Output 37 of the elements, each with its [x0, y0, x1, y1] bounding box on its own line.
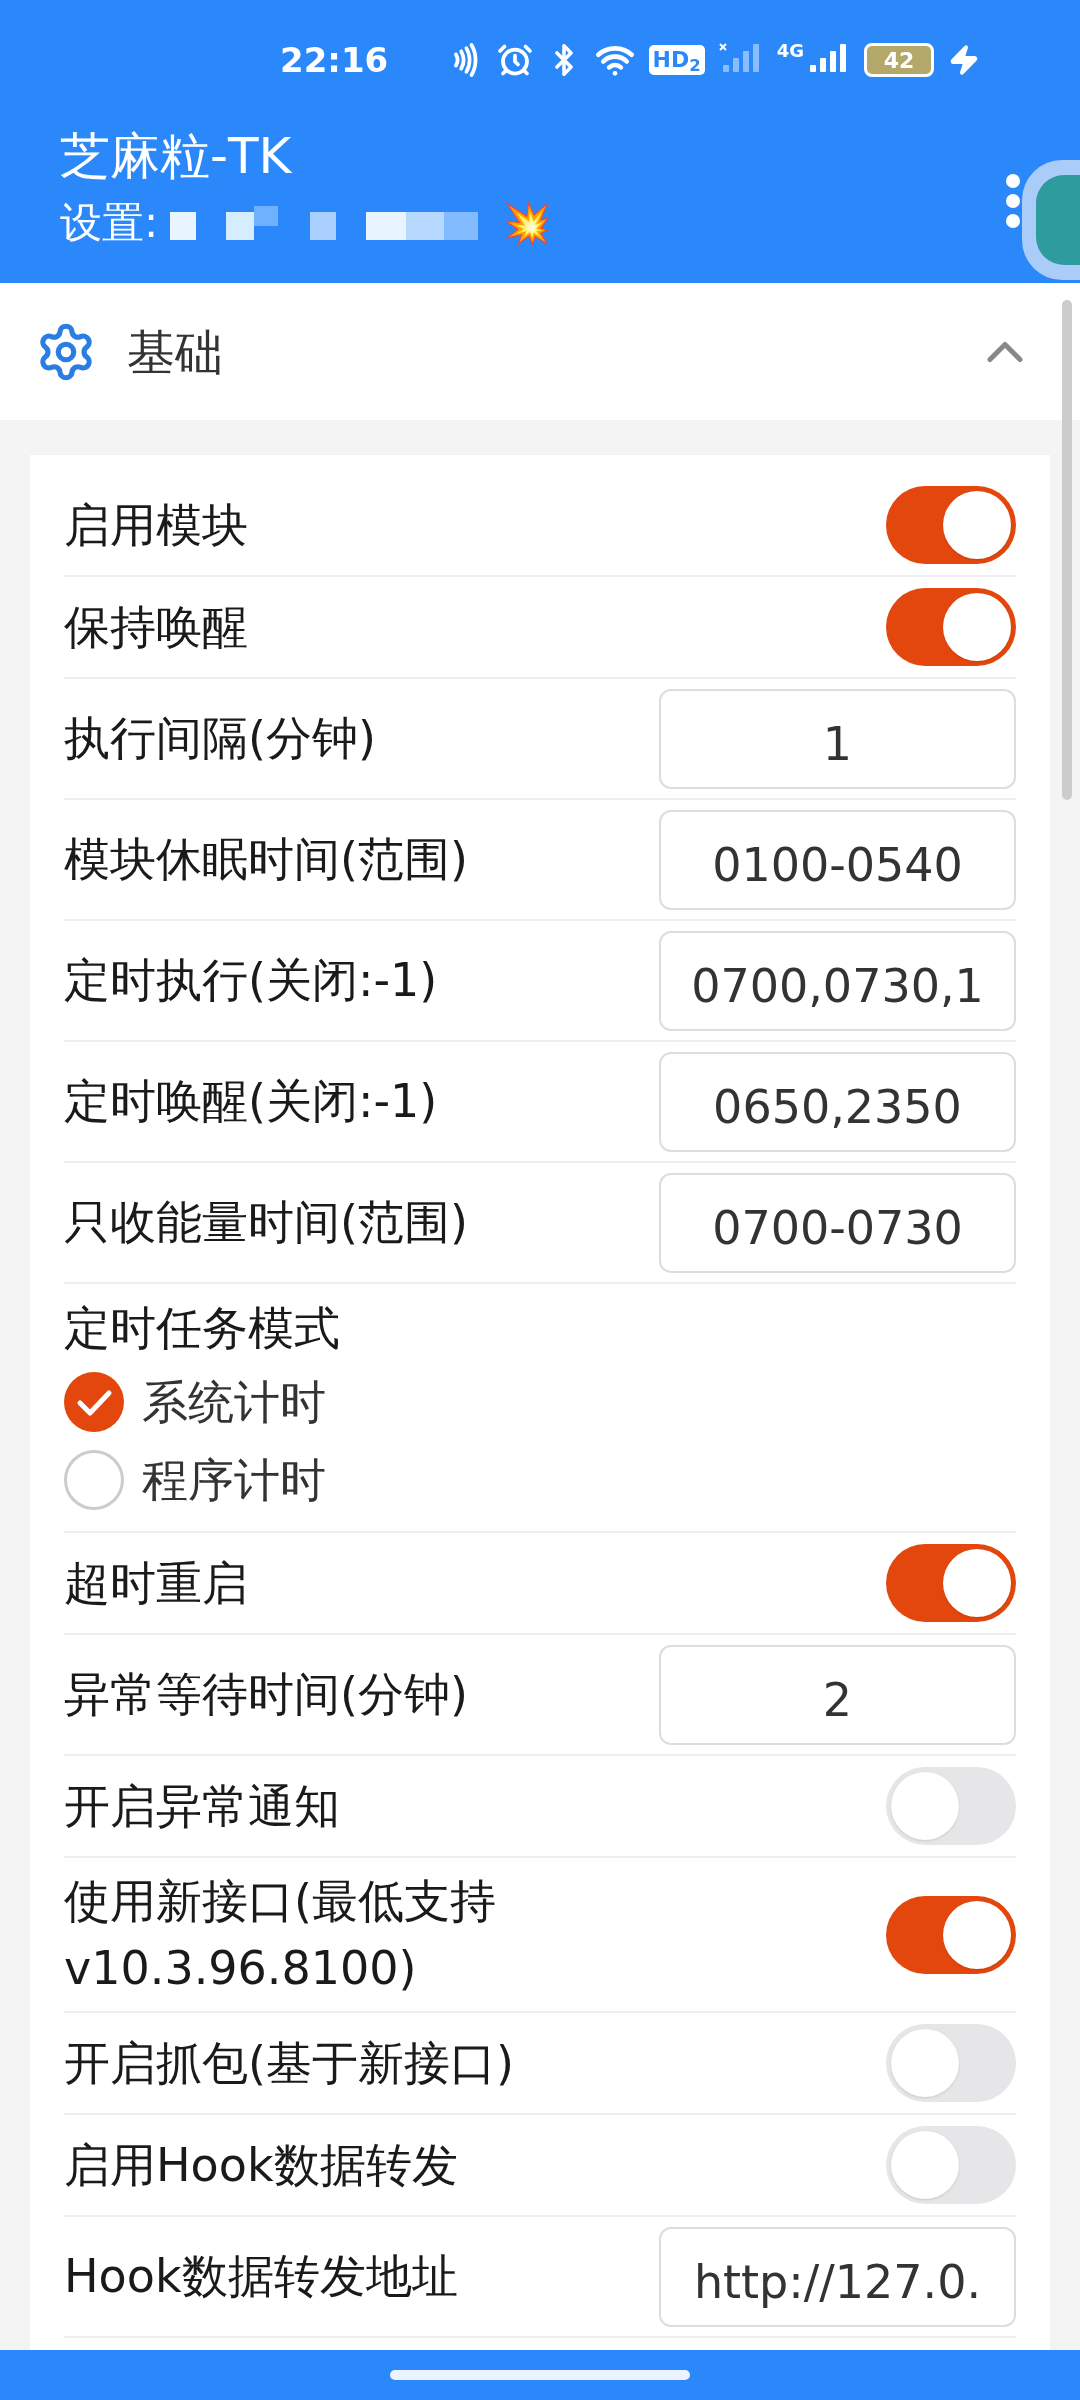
- input-field[interactable]: 0700-0730: [659, 1172, 1016, 1273]
- input-field[interactable]: 2: [659, 1644, 1016, 1745]
- input-field[interactable]: 0700,0730,1: [659, 930, 1016, 1031]
- radio-button[interactable]: [64, 1450, 124, 1510]
- setting-label: 开启异常通知: [64, 1777, 340, 1835]
- setting-label: 启用模块: [64, 496, 248, 554]
- setting-label: 模块休眠时间(范围): [64, 831, 468, 888]
- input-field[interactable]: 0100-0540: [659, 809, 1016, 910]
- radio-label: 系统计时: [142, 1373, 326, 1431]
- radio-label: 程序计时: [142, 1451, 326, 1509]
- network-type: 4G: [776, 42, 804, 60]
- app-title: 芝麻粒-TK: [60, 126, 293, 187]
- charging-icon: [948, 44, 980, 76]
- setting-label: 执行间隔(分钟): [64, 710, 376, 767]
- hd-badge: HD$_{2}$: [648, 45, 705, 75]
- radio-button[interactable]: [64, 1372, 124, 1432]
- status-time: 22:16: [280, 38, 389, 82]
- input-field[interactable]: http://127.0.: [659, 2226, 1016, 2327]
- setting-label: Hook数据转发地址: [64, 2248, 458, 2306]
- setting-label: 定时唤醒(关闭:-1): [64, 1073, 438, 1130]
- setting-label: 异常等待时间(分钟): [64, 1666, 468, 1723]
- setting-label: 只收能量时间(范围): [64, 1194, 468, 1251]
- setting-label: 使用新接口(最低支持v10.3.96.8100): [64, 1873, 497, 1997]
- input-field[interactable]: 0650,2350: [659, 1051, 1016, 1152]
- setting-label: 开启抓包(基于新接口): [64, 2035, 514, 2093]
- section-title: 基础: [127, 322, 223, 382]
- overflow-menu-icon[interactable]: [1003, 172, 1023, 230]
- battery-indicator: 42: [864, 43, 934, 77]
- setting-label: 定时任务模式: [64, 1300, 341, 1357]
- setting-label: 定时执行(关闭:-1): [64, 952, 438, 1009]
- subtitle-emoji: 💥: [502, 199, 553, 248]
- setting-label: 超时重启: [64, 1554, 248, 1612]
- input-field[interactable]: 1: [659, 688, 1016, 789]
- alarm-icon: [496, 42, 533, 78]
- setting-label: 启用Hook数据转发: [64, 2137, 458, 2195]
- setting-label: 保持唤醒: [64, 598, 248, 656]
- subtitle-label: 设置:: [60, 197, 159, 249]
